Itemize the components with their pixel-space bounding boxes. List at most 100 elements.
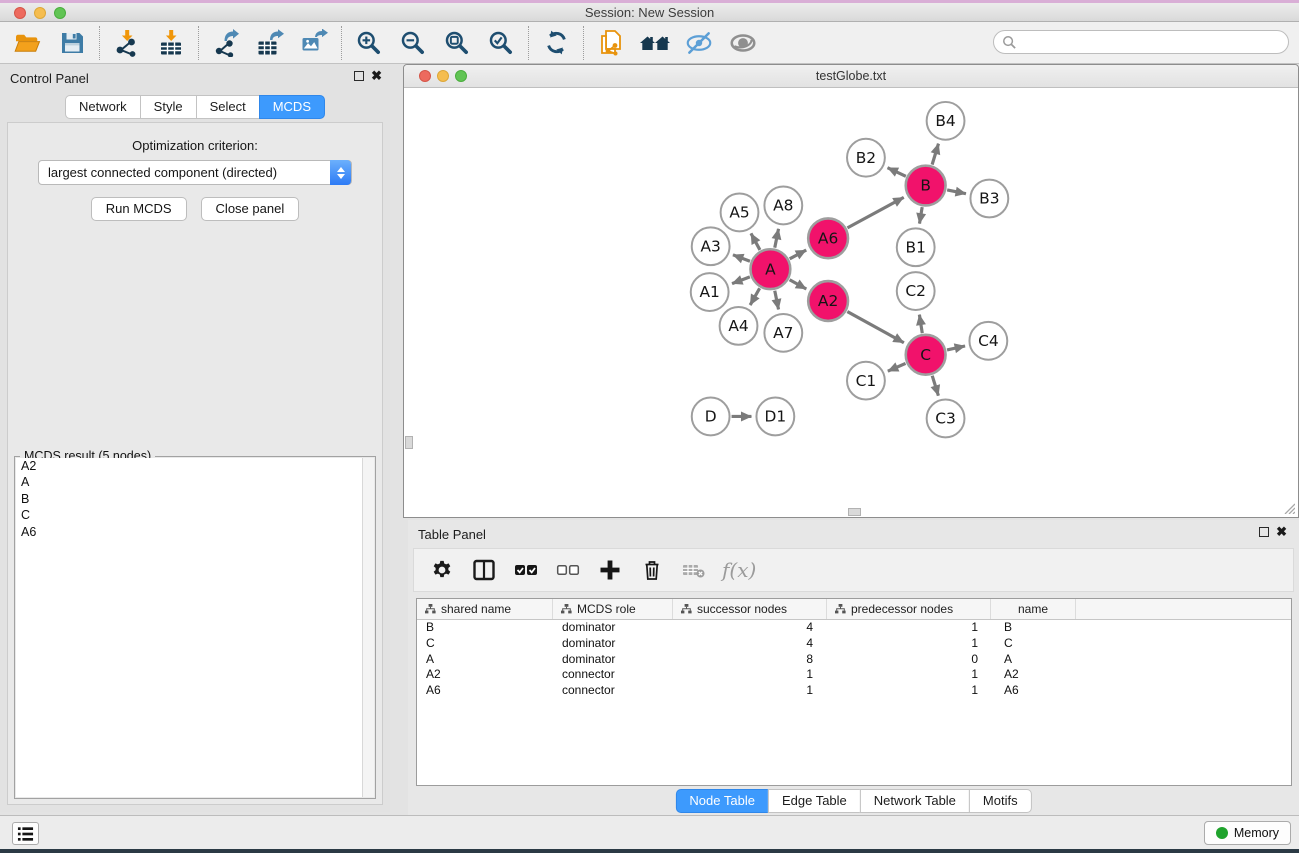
graph-node-A1[interactable]: A1 [691, 273, 729, 311]
graph-node-A8[interactable]: A8 [764, 187, 802, 225]
graph-edge-A6-B[interactable] [847, 197, 903, 227]
graph-node-C2[interactable]: C2 [897, 272, 935, 310]
table-cell[interactable]: dominator [553, 620, 673, 636]
table-cell[interactable]: 1 [673, 667, 827, 683]
graph-node-D1[interactable]: D1 [756, 398, 794, 436]
close-panel-button[interactable]: Close panel [201, 197, 300, 221]
search-input[interactable] [1017, 32, 1288, 52]
result-scrollbar[interactable] [362, 458, 374, 797]
table-row[interactable]: A6connector11A6 [417, 683, 1291, 699]
graph-edge-A-A5[interactable] [751, 233, 760, 250]
float-table-panel-icon[interactable] [1259, 527, 1269, 537]
table-cell[interactable]: 1 [827, 683, 991, 699]
graph-node-A5[interactable]: A5 [721, 194, 759, 232]
graph-edge-A-A3[interactable] [733, 255, 750, 261]
graph-edge-A-A4[interactable] [750, 288, 759, 305]
tab-network-table[interactable]: Network Table [860, 789, 970, 813]
table-cell[interactable]: B [417, 620, 553, 636]
table-cell[interactable]: C [417, 636, 553, 652]
graph-edge-A-A7[interactable] [775, 291, 779, 310]
graph-node-B2[interactable]: B2 [847, 139, 885, 177]
network-window-titlebar[interactable]: testGlobe.txt [404, 65, 1298, 88]
memory-button[interactable]: Memory [1204, 821, 1291, 845]
graph-node-C[interactable]: C [906, 335, 946, 375]
hide-selected-icon[interactable] [681, 25, 717, 61]
graph-node-C4[interactable]: C4 [969, 322, 1007, 360]
column-header-shared-name[interactable]: shared name [417, 599, 553, 619]
column-header-successor-nodes[interactable]: successor nodes [673, 599, 827, 619]
table-cell[interactable]: 8 [673, 652, 827, 668]
graph-node-C3[interactable]: C3 [927, 400, 965, 438]
graph-edge-B-B4[interactable] [932, 144, 938, 165]
graph-node-B3[interactable]: B3 [970, 180, 1008, 218]
result-item[interactable]: C [16, 507, 362, 523]
graph-edge-C-C2[interactable] [919, 315, 922, 334]
table-cell[interactable]: 1 [827, 620, 991, 636]
zoom-out-icon[interactable] [395, 25, 431, 61]
table-row[interactable]: Adominator80A [417, 652, 1291, 668]
graph-node-A3[interactable]: A3 [692, 227, 730, 265]
zoom-selected-icon[interactable] [483, 25, 519, 61]
tab-node-table[interactable]: Node Table [675, 789, 769, 813]
result-item[interactable]: A6 [16, 524, 362, 540]
table-cell[interactable]: A [417, 652, 553, 668]
network-canvas[interactable]: B4B2BB3A8A5A6A3B1AA1C2A2A4A7C4CC1DD1C3 [405, 89, 1297, 516]
export-image-icon[interactable] [296, 25, 332, 61]
graph-node-D[interactable]: D [692, 398, 730, 436]
table-cell[interactable]: A6 [991, 683, 1076, 699]
select-all-icon[interactable] [510, 554, 542, 586]
graph-node-A4[interactable]: A4 [720, 307, 758, 345]
save-session-icon[interactable] [54, 25, 90, 61]
network-graph[interactable]: B4B2BB3A8A5A6A3B1AA1C2A2A4A7C4CC1DD1C3 [405, 89, 1297, 516]
column-header-MCDS-role[interactable]: MCDS role [553, 599, 673, 619]
column-view-icon[interactable] [468, 554, 500, 586]
result-item[interactable]: A [16, 474, 362, 490]
result-item[interactable]: A2 [16, 458, 362, 474]
vertical-scrollbar-thumb[interactable] [405, 436, 413, 449]
mcds-result-list[interactable]: A2ABCA6 [16, 458, 362, 797]
close-panel-icon[interactable]: ✖ [371, 71, 382, 81]
table-cell[interactable]: 1 [673, 683, 827, 699]
graph-edge-C-C1[interactable] [888, 363, 906, 371]
graph-edge-B-B1[interactable] [919, 207, 922, 224]
table-row[interactable]: Bdominator41B [417, 620, 1291, 636]
network-close-button[interactable] [419, 70, 431, 82]
open-file-icon[interactable] [10, 25, 46, 61]
zoom-window-button[interactable] [54, 7, 66, 19]
table-cell[interactable]: connector [553, 667, 673, 683]
show-all-icon[interactable] [725, 25, 761, 61]
table-settings-gear-icon[interactable] [426, 554, 458, 586]
column-header-predecessor-nodes[interactable]: predecessor nodes [827, 599, 991, 619]
minimize-window-button[interactable] [34, 7, 46, 19]
tab-mcds[interactable]: MCDS [259, 95, 325, 119]
table-cell[interactable]: 1 [827, 636, 991, 652]
table-cell[interactable]: C [991, 636, 1076, 652]
network-zoom-button[interactable] [455, 70, 467, 82]
table-cell[interactable]: dominator [553, 652, 673, 668]
table-cell[interactable]: A2 [991, 667, 1076, 683]
graph-node-B1[interactable]: B1 [897, 228, 935, 266]
resize-grip[interactable] [1283, 502, 1295, 514]
graph-edge-A-A8[interactable] [775, 229, 779, 248]
table-cell[interactable]: 1 [827, 667, 991, 683]
task-history-button[interactable] [12, 822, 39, 845]
table-cell[interactable]: B [991, 620, 1076, 636]
result-item[interactable]: B [16, 491, 362, 507]
zoom-fit-icon[interactable] [439, 25, 475, 61]
zoom-in-icon[interactable] [351, 25, 387, 61]
graph-edge-B-B2[interactable] [888, 168, 906, 177]
table-cell[interactable]: A2 [417, 667, 553, 683]
graph-edge-A2-C[interactable] [847, 312, 904, 343]
graph-node-B[interactable]: B [906, 166, 946, 206]
graph-node-A6[interactable]: A6 [808, 218, 848, 258]
graph-edge-A-A6[interactable] [790, 250, 807, 259]
import-table-icon[interactable] [153, 25, 189, 61]
graph-node-C1[interactable]: C1 [847, 362, 885, 400]
tab-network[interactable]: Network [65, 95, 141, 119]
close-table-panel-icon[interactable]: ✖ [1276, 527, 1287, 537]
export-network-icon[interactable] [208, 25, 244, 61]
table-row[interactable]: Cdominator41C [417, 636, 1291, 652]
table-cell[interactable]: 4 [673, 620, 827, 636]
table-cell[interactable]: A [991, 652, 1076, 668]
table-row[interactable]: A2connector11A2 [417, 667, 1291, 683]
